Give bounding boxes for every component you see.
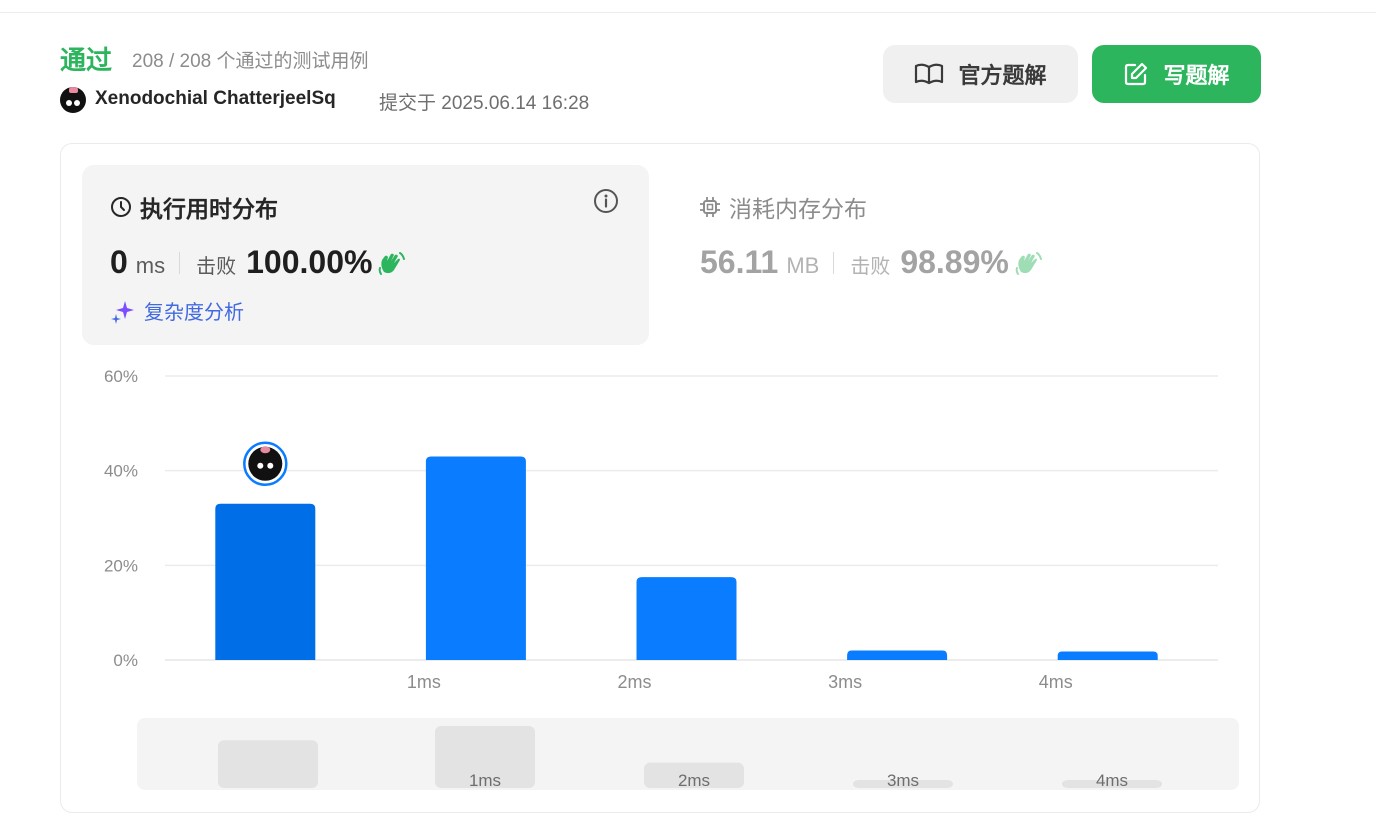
runtime-metrics: 0 ms 击败 100.00% [110,244,406,281]
accepted-status: 通过 [60,45,113,75]
x-tick-label: 2ms [617,672,651,692]
bar-4ms[interactable] [1057,651,1158,660]
runtime-title-label: 执行用时分布 [140,196,278,222]
info-icon[interactable] [593,188,619,214]
memory-beats-label: 击败 [850,256,891,278]
y-tick-label: 60% [104,367,138,386]
runtime-value: 0 [110,244,128,280]
divider [179,251,181,274]
heart-icon [69,87,78,93]
edit-icon [1125,62,1148,86]
sparkle-icon [111,300,134,324]
top-divider [0,12,1376,13]
waving-hands-icon [1015,251,1042,275]
waving-hands-icon [379,251,406,275]
memory-metrics: 56.11 MB 击败 98.89% [700,244,1043,281]
memory-beats-value: 98.89% [900,244,1009,280]
y-tick-label: 40% [104,462,138,481]
submitted-time: 提交于 2025.06.14 16:28 [379,93,590,114]
runtime-title: 执行用时分布 [110,190,278,224]
overview-label: 1ms [469,771,501,790]
overview-label: 3ms [887,771,919,790]
memory-value: 56.11 [700,244,779,280]
bar-3ms[interactable] [847,650,948,660]
memory-unit: MB [786,253,820,278]
official-solution-button[interactable]: 官方题解 [883,45,1078,103]
runtime-beats-value: 100.00% [246,244,373,280]
chip-icon [700,197,720,217]
y-tick-label: 20% [104,556,138,575]
memory-title-label: 消耗内存分布 [729,196,867,222]
x-tick-label: 1ms [407,672,441,692]
book-open-icon [915,63,944,85]
runtime-distribution-chart[interactable]: 0% 20% 40% 60% 1ms 2ms 3ms 4ms [60,360,1240,700]
overview-bar [218,740,318,788]
runtime-beats-label: 击败 [196,256,237,278]
clock-icon [111,197,131,217]
complexity-analysis-label: 复杂度分析 [144,302,244,324]
x-tick-label: 3ms [828,672,862,692]
divider [833,251,835,274]
complexity-analysis-link[interactable]: 复杂度分析 [110,296,244,325]
overview-label: 2ms [678,771,710,790]
bar-2ms[interactable] [636,577,737,660]
x-tick-label: 4ms [1039,672,1073,692]
memory-title[interactable]: 消耗内存分布 [699,190,867,224]
user-avatar[interactable] [60,87,86,113]
bar-0ms[interactable] [215,503,316,660]
bar-1ms[interactable] [425,456,526,660]
overview-label: 4ms [1096,771,1128,790]
official-solution-label: 官方题解 [958,63,1047,88]
testcase-count: 208 / 208 个通过的测试用例 [132,51,369,72]
username-link[interactable]: Xenodochial ChatterjeelSq [95,88,336,110]
write-solution-label: 写题解 [1163,63,1230,88]
chart-overview-scrubber[interactable]: 1ms 2ms 3ms 4ms [137,718,1239,790]
write-solution-button[interactable]: 写题解 [1092,45,1261,103]
y-tick-label: 0% [113,651,138,670]
runtime-unit: ms [135,253,166,278]
user-marker-avatar[interactable] [243,441,288,487]
